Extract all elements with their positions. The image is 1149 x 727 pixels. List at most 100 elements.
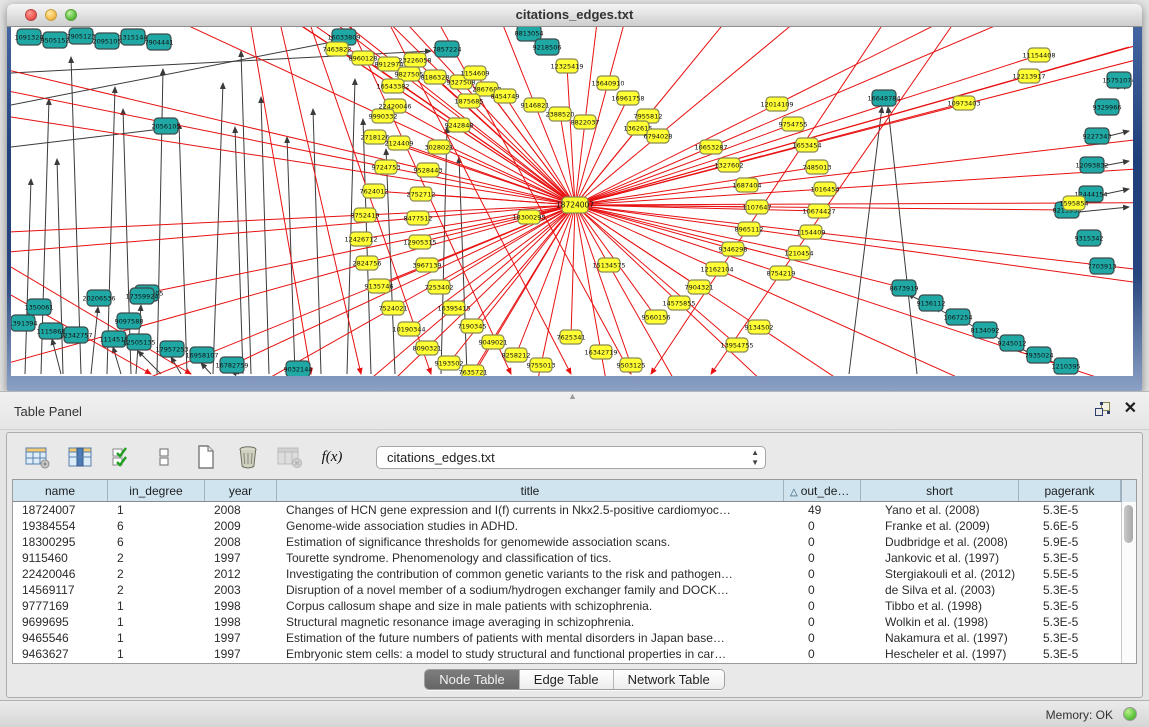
network-node[interactable]: 8186328 bbox=[421, 70, 450, 84]
network-node[interactable]: 7253402 bbox=[425, 280, 454, 294]
network-node[interactable]: 12093832 bbox=[1075, 157, 1108, 173]
network-node[interactable]: 7857224 bbox=[433, 41, 462, 57]
network-node[interactable]: 1154409 bbox=[797, 225, 826, 239]
table-row[interactable]: 1456911722003Disruption of a novel membe… bbox=[13, 582, 1136, 598]
close-panel-icon[interactable]: ✕ bbox=[1124, 402, 1137, 416]
table-row[interactable]: 1872400712008Changes of HCN gene express… bbox=[13, 502, 1136, 518]
network-node[interactable]: 1107647 bbox=[743, 200, 772, 214]
network-graph[interactable]: 1091324950515279051232095105131514479044… bbox=[11, 27, 1133, 376]
merge-rows-button[interactable] bbox=[148, 442, 180, 472]
column-header-short[interactable]: short bbox=[861, 480, 1019, 501]
network-node[interactable]: 7524021 bbox=[379, 301, 408, 315]
network-node[interactable]: 8673919 bbox=[890, 280, 919, 296]
table-row[interactable]: 911546021997Tourette syndrome. Phenomeno… bbox=[13, 550, 1136, 566]
network-node[interactable]: 9505152 bbox=[41, 32, 70, 48]
table-select-dropdown[interactable]: citations_edges.txt ▲▼ bbox=[376, 446, 766, 469]
network-node[interactable]: 1875685 bbox=[455, 94, 484, 108]
network-node[interactable]: 16648784 bbox=[867, 90, 900, 106]
network-node[interactable]: 7635721 bbox=[459, 365, 488, 376]
delete-table-button[interactable] bbox=[232, 442, 264, 472]
column-header-out_de[interactable]: △out_de… bbox=[784, 480, 861, 501]
column-header-year[interactable]: year bbox=[205, 480, 277, 501]
network-node[interactable]: 8090321 bbox=[413, 341, 442, 355]
network-node[interactable]: 1687404 bbox=[733, 178, 762, 192]
network-node[interactable]: 7624012 bbox=[360, 184, 389, 198]
network-node[interactable]: 14575855 bbox=[662, 296, 695, 310]
table-row[interactable]: 946554611997Estimation of the future num… bbox=[13, 630, 1136, 646]
network-node[interactable]: 8477512 bbox=[404, 211, 433, 225]
table-row[interactable]: 946362711997Embryonic stem cells: a mode… bbox=[13, 646, 1136, 662]
network-node[interactable]: 3967139 bbox=[413, 258, 442, 272]
network-node[interactable]: 1653454 bbox=[793, 138, 822, 152]
table-settings-button[interactable] bbox=[22, 442, 54, 472]
network-node[interactable]: 9315342 bbox=[1075, 230, 1104, 246]
network-node[interactable]: 1210454 bbox=[785, 246, 814, 260]
column-header-in_degree[interactable]: in_degree bbox=[108, 480, 205, 501]
tab-network-table[interactable]: Network Table bbox=[614, 670, 724, 689]
network-node[interactable]: 12342757 bbox=[59, 327, 92, 343]
network-node[interactable]: 3028021 bbox=[425, 140, 454, 154]
network-node[interactable]: 8134092 bbox=[971, 322, 1000, 338]
function-builder-button[interactable]: f(x) bbox=[316, 442, 348, 472]
table-row[interactable]: 1830029562008Estimation of significance … bbox=[13, 534, 1136, 550]
network-node[interactable]: 1315144 bbox=[119, 29, 148, 45]
network-node[interactable]: 7625341 bbox=[557, 330, 586, 344]
network-node[interactable]: 7904441 bbox=[145, 34, 174, 50]
network-node[interactable]: 12325419 bbox=[550, 59, 583, 73]
network-node[interactable]: 8965112 bbox=[735, 222, 764, 236]
network-node[interactable]: 12213917 bbox=[1012, 69, 1045, 83]
network-node[interactable]: 9990332 bbox=[369, 109, 398, 123]
network-node[interactable]: 9136112 bbox=[917, 295, 946, 311]
network-node[interactable]: 7703913 bbox=[1088, 258, 1117, 274]
table-row[interactable]: 969969511998Structural magnetic resonanc… bbox=[13, 614, 1136, 630]
network-node[interactable]: 1327602 bbox=[715, 158, 744, 172]
panel-resize-grip[interactable]: ▲ bbox=[568, 391, 577, 401]
network-node[interactable]: 16342719 bbox=[584, 345, 617, 359]
network-node[interactable]: 9329966 bbox=[1093, 99, 1122, 115]
network-node[interactable]: 8754219 bbox=[767, 266, 796, 280]
network-node[interactable]: 9032144 bbox=[284, 361, 313, 376]
network-node[interactable]: 7935024 bbox=[1025, 347, 1054, 363]
network-canvas[interactable]: 1091324950515279051232095105131514479044… bbox=[11, 27, 1133, 376]
network-node[interactable]: 1350061 bbox=[25, 299, 54, 315]
network-node[interactable]: 2824756 bbox=[353, 256, 382, 270]
network-node[interactable]: 12905315 bbox=[403, 235, 436, 249]
network-node[interactable]: 11154408 bbox=[1022, 48, 1055, 62]
table-row[interactable]: 1938455462009Genome-wide association stu… bbox=[13, 518, 1136, 534]
network-node[interactable]: 16958107 bbox=[185, 347, 218, 363]
network-node[interactable]: 7905123 bbox=[67, 28, 96, 44]
network-node[interactable]: 1016454 bbox=[811, 182, 840, 196]
network-node[interactable]: 2095105 bbox=[93, 33, 122, 49]
network-node[interactable]: 12426712 bbox=[344, 232, 377, 246]
network-node[interactable]: 1391394 bbox=[11, 315, 37, 331]
network-node[interactable]: 9227343 bbox=[1083, 128, 1112, 144]
vertical-scrollbar[interactable] bbox=[1121, 502, 1136, 663]
network-node[interactable]: 7904321 bbox=[685, 280, 714, 294]
network-node[interactable]: 12014109 bbox=[760, 97, 793, 111]
row-select-button[interactable] bbox=[106, 442, 138, 472]
network-node[interactable]: 2056105 bbox=[152, 118, 181, 134]
tab-node-table[interactable]: Node Table bbox=[425, 670, 520, 689]
new-table-button[interactable] bbox=[190, 442, 222, 472]
window-titlebar[interactable]: citations_edges.txt bbox=[7, 4, 1142, 27]
column-visibility-button[interactable] bbox=[64, 442, 96, 472]
network-node[interactable]: 12505135 bbox=[122, 334, 155, 350]
network-node[interactable]: 10674427 bbox=[802, 204, 835, 218]
network-node[interactable]: 2124409 bbox=[385, 136, 414, 150]
tab-edge-table[interactable]: Edge Table bbox=[520, 670, 614, 689]
scrollbar-thumb[interactable] bbox=[1124, 505, 1133, 543]
column-header-pagerank[interactable]: pagerank bbox=[1019, 480, 1121, 501]
network-node[interactable]: 9245012 bbox=[998, 335, 1027, 351]
table-row[interactable]: 2242004622012Investigating the contribut… bbox=[13, 566, 1136, 582]
network-node[interactable]: 9242848 bbox=[445, 118, 474, 132]
network-node[interactable]: 9755013 bbox=[527, 358, 556, 372]
network-node[interactable]: 2752712 bbox=[407, 187, 436, 201]
network-node[interactable]: 7485013 bbox=[803, 160, 832, 174]
network-node[interactable]: 1154609 bbox=[461, 66, 490, 80]
network-node[interactable]: 9134502 bbox=[745, 320, 774, 334]
network-node[interactable]: 9724753 bbox=[372, 160, 401, 174]
network-node[interactable]: 8454749 bbox=[491, 89, 520, 103]
network-node[interactable]: 16961758 bbox=[611, 91, 644, 105]
network-node[interactable]: 10190344 bbox=[392, 322, 425, 336]
network-node[interactable]: 17957253 bbox=[155, 341, 188, 357]
